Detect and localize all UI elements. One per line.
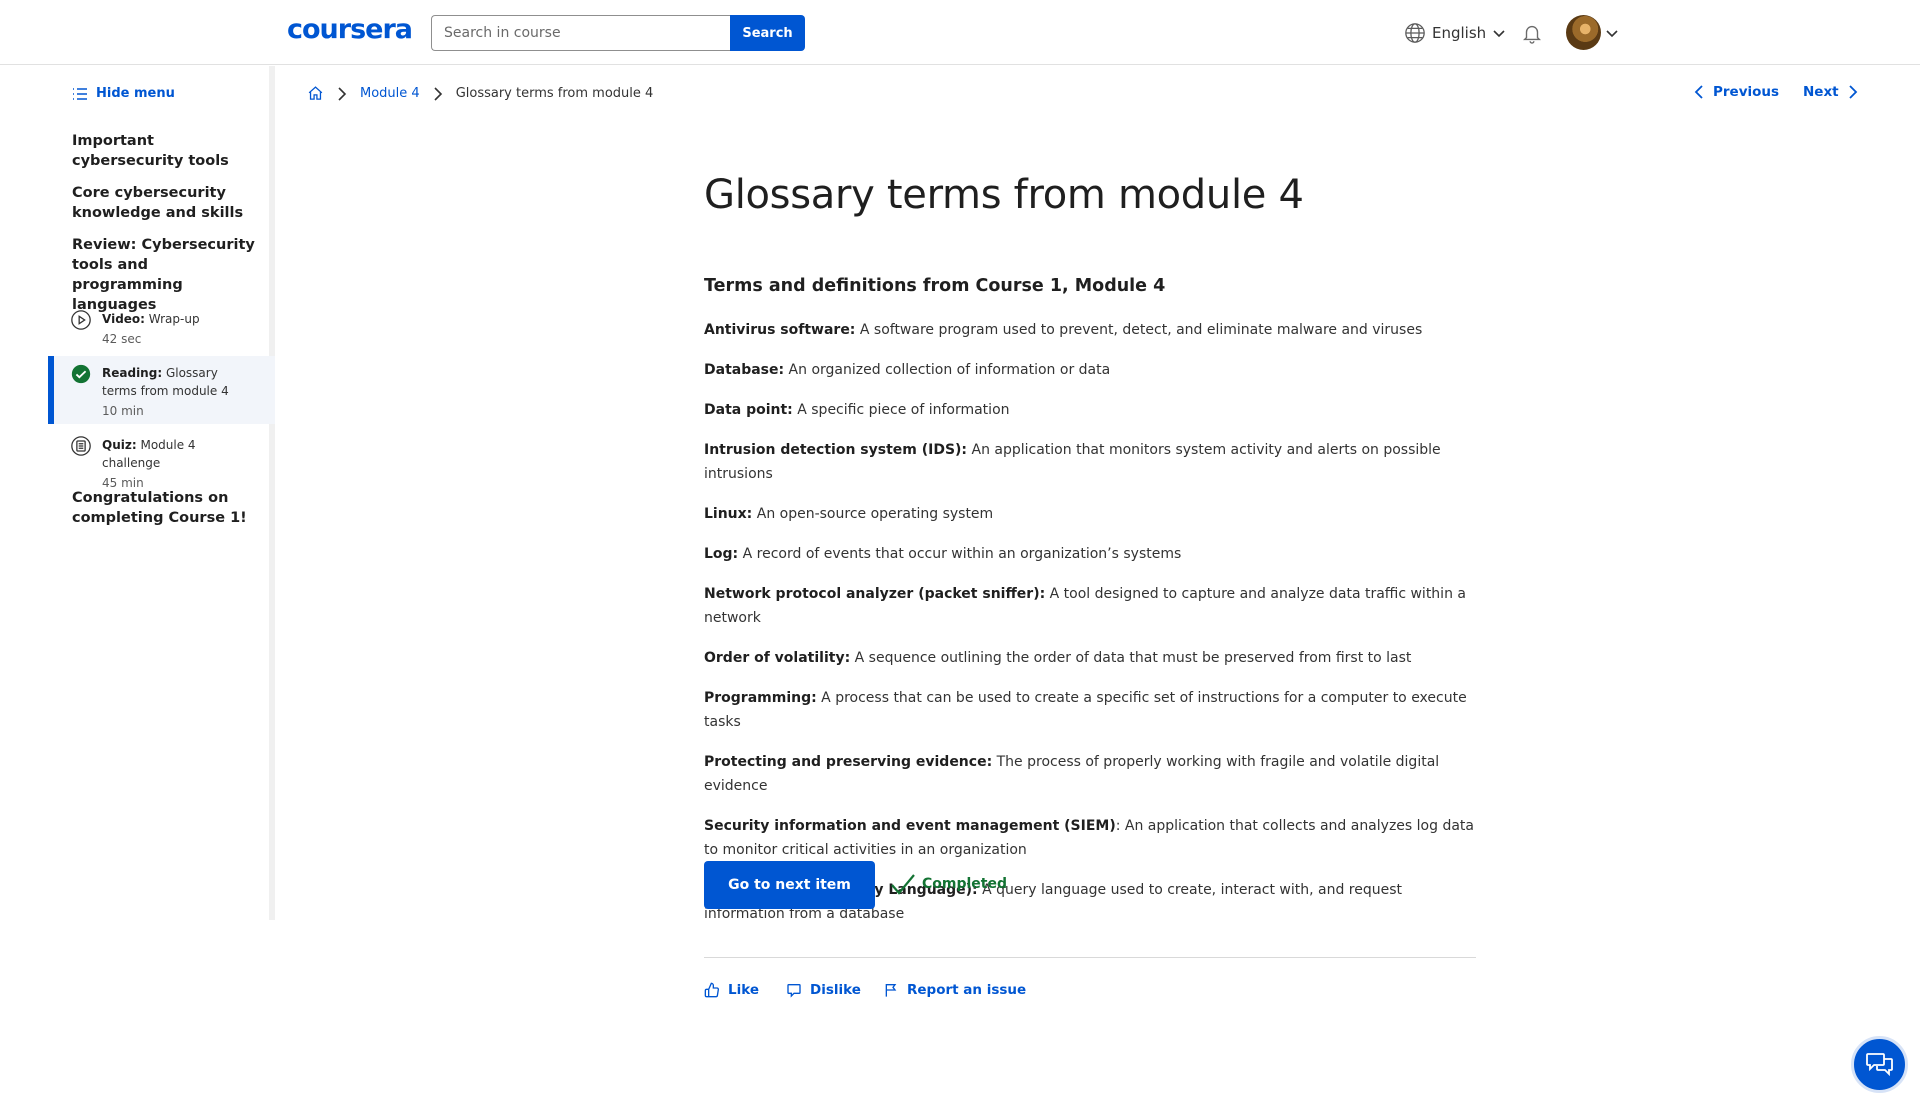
glossary-term: Antivirus software: A software program u… [704, 318, 1484, 342]
sidebar-item-video-wrap-up[interactable]: Video: Wrap-up 42 sec [48, 302, 275, 352]
go-to-next-item-button[interactable]: Go to next item [704, 861, 875, 909]
coursera-logo[interactable]: coursera [287, 14, 413, 45]
term-definition: A process that can be used to create a s… [704, 690, 1467, 730]
home-icon[interactable] [307, 85, 324, 102]
item-duration: 10 min [102, 404, 144, 418]
chevron-down-icon [1606, 29, 1618, 37]
play-circle-icon [71, 310, 91, 330]
term-definition: A software program used to prevent, dete… [855, 322, 1423, 338]
glossary-list: Antivirus software: A software program u… [704, 318, 1484, 942]
thumbs-up-icon [704, 982, 719, 998]
completed-label: Completed [922, 876, 1008, 892]
list-icon [73, 87, 87, 100]
completed-status: Completed [890, 873, 1007, 895]
term-name: Database: [704, 362, 785, 378]
chat-icon [1865, 1052, 1893, 1076]
chevron-left-icon [1694, 85, 1703, 99]
item-type: Reading: [102, 366, 163, 380]
checkmark-icon [891, 874, 915, 895]
term-name: Data point: [704, 402, 793, 418]
hide-menu-label: Hide menu [96, 86, 175, 101]
glossary-term: Programming: A process that can be used … [704, 686, 1484, 734]
term-definition: A record of events that occur within an … [738, 546, 1182, 562]
glossary-term: Data point: A specific piece of informat… [704, 398, 1484, 422]
term-definition: A specific piece of information [792, 402, 1010, 418]
quiz-icon [71, 436, 91, 456]
next-label: Next [1803, 84, 1839, 100]
sidebar-item-reading-glossary[interactable]: Reading: Glossary terms from module 4 10… [48, 356, 275, 424]
term-name: Security information and event managemen… [704, 818, 1116, 834]
term-name: Network protocol analyzer (packet sniffe… [704, 586, 1046, 602]
chevron-right-icon [434, 86, 442, 101]
check-circle-icon [71, 364, 91, 384]
previous-button[interactable]: Previous [1693, 84, 1779, 100]
term-name: Linux: [704, 506, 753, 522]
sidebar-heading-tools[interactable]: Important cybersecurity tools [72, 131, 262, 171]
sidebar-item-quiz-challenge[interactable]: Quiz: Module 4 challenge 45 min [48, 428, 275, 490]
language-selector[interactable]: English [1404, 20, 1506, 46]
chevron-down-icon [1493, 30, 1505, 38]
page-title: Glossary terms from module 4 [704, 172, 1304, 218]
language-label: English [1432, 24, 1487, 42]
like-button[interactable]: Like [704, 982, 759, 998]
glossary-term: Order of volatility: A sequence outlinin… [704, 646, 1484, 670]
item-type: Video: [102, 312, 145, 326]
chat-button[interactable] [1851, 1036, 1908, 1093]
term-name: Antivirus software: [704, 322, 856, 338]
glossary-term: Protecting and preserving evidence: The … [704, 750, 1484, 798]
glossary-term: Database: An organized collection of inf… [704, 358, 1484, 382]
next-button[interactable]: Next [1803, 84, 1859, 100]
course-sidebar: Hide menu Important cybersecurity tools … [0, 66, 275, 920]
item-type: Quiz: [102, 438, 137, 452]
flag-icon [885, 984, 897, 997]
breadcrumb: Module 4 Glossary terms from module 4 [307, 85, 653, 102]
dislike-button[interactable]: Dislike [786, 982, 861, 998]
report-issue-button[interactable]: Report an issue [883, 982, 1026, 998]
term-definition: A sequence outlining the order of data t… [850, 650, 1412, 666]
glossary-term: Intrusion detection system (IDS): An app… [704, 438, 1484, 486]
sidebar-heading-core[interactable]: Core cybersecurity knowledge and skills [72, 183, 262, 223]
item-duration: 42 sec [102, 332, 142, 346]
item-title: Wrap-up [148, 312, 200, 326]
speech-bubble-icon [787, 984, 801, 998]
hide-menu-button[interactable]: Hide menu [72, 86, 175, 101]
dislike-label: Dislike [810, 982, 861, 998]
term-definition: An organized collection of information o… [784, 362, 1111, 378]
top-header: coursera Search English [0, 0, 1920, 65]
chevron-right-icon [1848, 85, 1857, 99]
bell-icon[interactable] [1521, 22, 1543, 44]
report-label: Report an issue [907, 982, 1027, 998]
breadcrumb-module-link[interactable]: Module 4 [360, 86, 420, 101]
section-title: Terms and definitions from Course 1, Mod… [704, 276, 1166, 296]
glossary-term: Security information and event managemen… [704, 814, 1484, 862]
account-menu[interactable] [1566, 15, 1619, 50]
term-name: Order of volatility: [704, 650, 851, 666]
chevron-right-icon [338, 86, 347, 101]
like-label: Like [728, 982, 760, 998]
term-name: Log: [704, 546, 739, 562]
sidebar-heading-congratulations[interactable]: Congratulations on completing Course 1! [72, 488, 262, 528]
divider [704, 957, 1476, 958]
term-name: Intrusion detection system (IDS): [704, 442, 968, 458]
breadcrumb-current: Glossary terms from module 4 [455, 86, 654, 101]
glossary-term: Network protocol analyzer (packet sniffe… [704, 582, 1484, 630]
glossary-term: Log: A record of events that occur withi… [704, 542, 1484, 566]
search-input[interactable] [431, 15, 731, 51]
globe-icon [1405, 23, 1425, 43]
term-name: Protecting and preserving evidence: [704, 754, 993, 770]
search-button[interactable]: Search [730, 15, 805, 51]
term-definition: An open-source operating system [752, 506, 994, 522]
glossary-term: Linux: An open-source operating system [704, 502, 1484, 526]
avatar [1566, 15, 1601, 50]
previous-label: Previous [1713, 84, 1780, 100]
term-name: Programming: [704, 690, 817, 706]
